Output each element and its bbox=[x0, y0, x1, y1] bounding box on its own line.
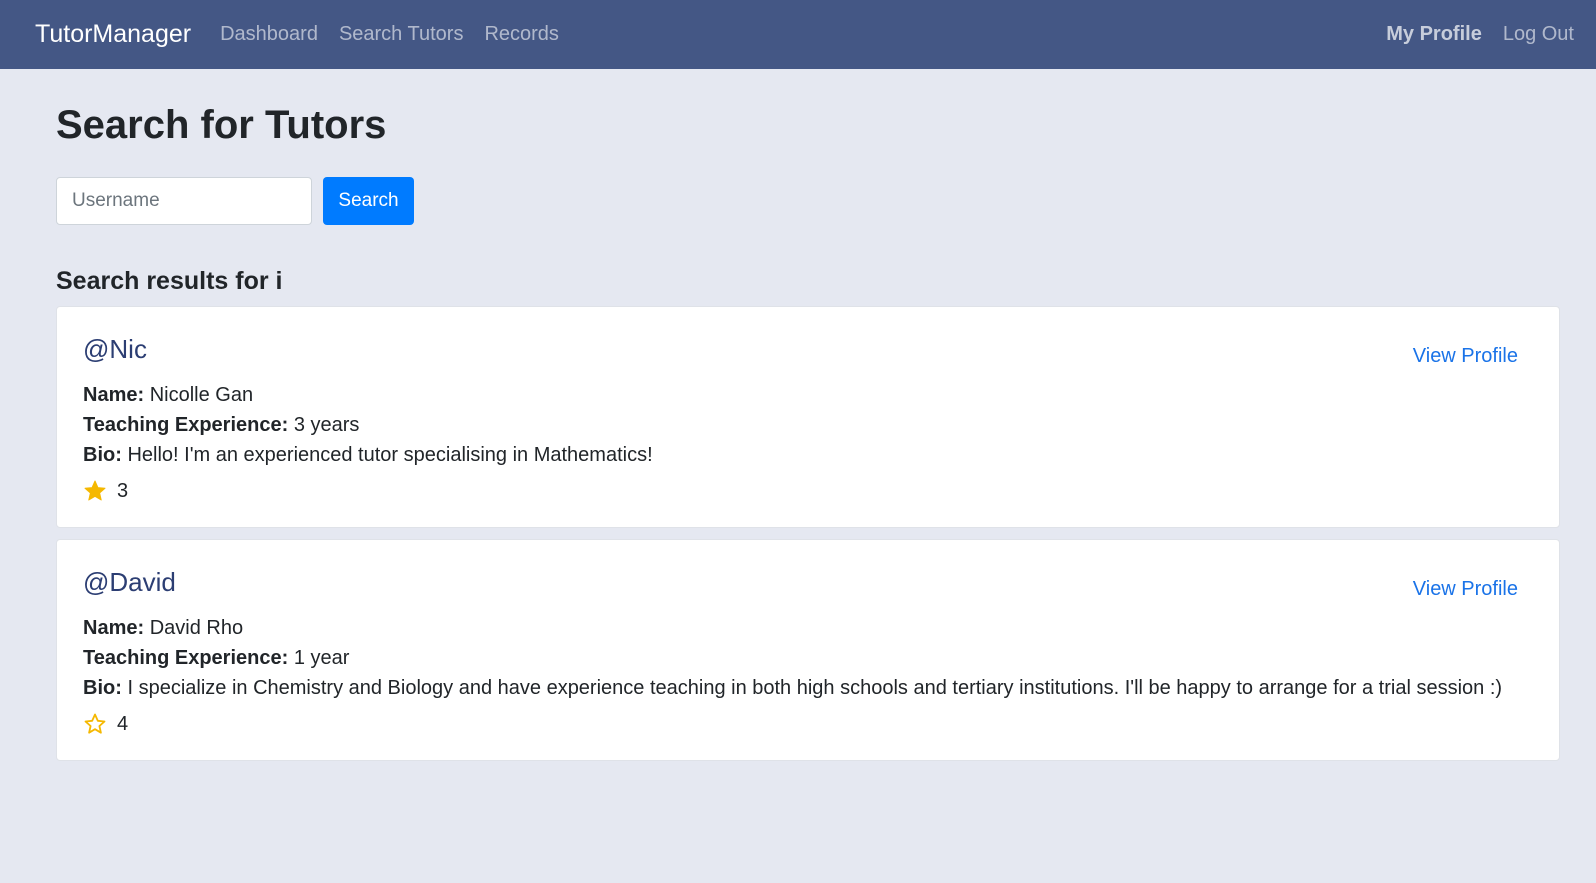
tutor-name: Nicolle Gan bbox=[149, 384, 254, 406]
tutor-card: @David View Profile Name: David Rho Teac… bbox=[56, 539, 1560, 761]
tutor-username: @David bbox=[83, 566, 176, 597]
tutor-details: Name: David Rho Teaching Experience: 1 y… bbox=[83, 613, 1518, 703]
name-label: Name: bbox=[83, 617, 145, 639]
tutor-rating: 4 bbox=[83, 712, 1518, 736]
tutor-bio: Hello! I'm an experienced tutor speciali… bbox=[127, 444, 653, 466]
tutor-experience-row: Teaching Experience: 1 year bbox=[83, 643, 1518, 673]
tutor-name: David Rho bbox=[149, 617, 244, 639]
username-search-input[interactable] bbox=[56, 177, 312, 225]
tutor-card-header: @David View Profile bbox=[83, 564, 1518, 601]
name-label: Name: bbox=[83, 384, 145, 406]
results-query: i bbox=[275, 267, 283, 295]
tutor-card: @Nic View Profile Name: Nicolle Gan Teac… bbox=[56, 306, 1560, 528]
bio-label: Bio: bbox=[83, 444, 122, 466]
rating-value: 3 bbox=[117, 479, 129, 502]
nav-link-dashboard[interactable]: Dashboard bbox=[220, 23, 318, 46]
view-profile-link[interactable]: View Profile bbox=[1413, 578, 1518, 601]
tutor-username: @Nic bbox=[83, 333, 147, 364]
results-heading: Search results for i bbox=[56, 267, 1560, 296]
star-outline-icon bbox=[84, 713, 106, 734]
rating-value: 4 bbox=[117, 712, 129, 735]
bio-label: Bio: bbox=[83, 677, 122, 699]
nav-link-records[interactable]: Records bbox=[484, 23, 558, 46]
view-profile-link[interactable]: View Profile bbox=[1413, 345, 1518, 368]
main-content: Search for Tutors Search Search results … bbox=[0, 101, 1596, 761]
tutor-name-row: Name: Nicolle Gan bbox=[83, 380, 1518, 410]
brand-logo[interactable]: TutorManager bbox=[35, 20, 191, 49]
top-navbar: TutorManager Dashboard Search Tutors Rec… bbox=[0, 0, 1596, 69]
tutor-details: Name: Nicolle Gan Teaching Experience: 3… bbox=[83, 380, 1518, 470]
experience-label: Teaching Experience: bbox=[83, 647, 289, 669]
nav-link-search-tutors[interactable]: Search Tutors bbox=[339, 23, 464, 46]
tutor-bio-row: Bio: Hello! I'm an experienced tutor spe… bbox=[83, 440, 1518, 470]
page-title: Search for Tutors bbox=[56, 103, 387, 147]
nav-link-log-out[interactable]: Log Out bbox=[1503, 23, 1574, 46]
search-button[interactable]: Search bbox=[323, 177, 414, 225]
star-filled-icon bbox=[84, 480, 106, 501]
tutor-bio-row: Bio: I specialize in Chemistry and Biolo… bbox=[83, 673, 1518, 703]
tutor-experience: 1 year bbox=[293, 647, 350, 669]
nav-link-my-profile[interactable]: My Profile bbox=[1386, 23, 1482, 46]
results-heading-prefix: Search results for bbox=[56, 267, 269, 295]
tutor-rating: 3 bbox=[83, 479, 1518, 503]
tutor-card-header: @Nic View Profile bbox=[83, 331, 1518, 368]
tutor-experience-row: Teaching Experience: 3 years bbox=[83, 410, 1518, 440]
search-form: Search bbox=[56, 177, 1560, 225]
nav-right: My Profile Log Out bbox=[1365, 23, 1574, 46]
tutor-experience: 3 years bbox=[293, 414, 360, 436]
experience-label: Teaching Experience: bbox=[83, 414, 289, 436]
tutor-name-row: Name: David Rho bbox=[83, 613, 1518, 643]
nav-left: TutorManager Dashboard Search Tutors Rec… bbox=[35, 20, 1365, 49]
tutor-bio: I specialize in Chemistry and Biology an… bbox=[127, 677, 1503, 699]
